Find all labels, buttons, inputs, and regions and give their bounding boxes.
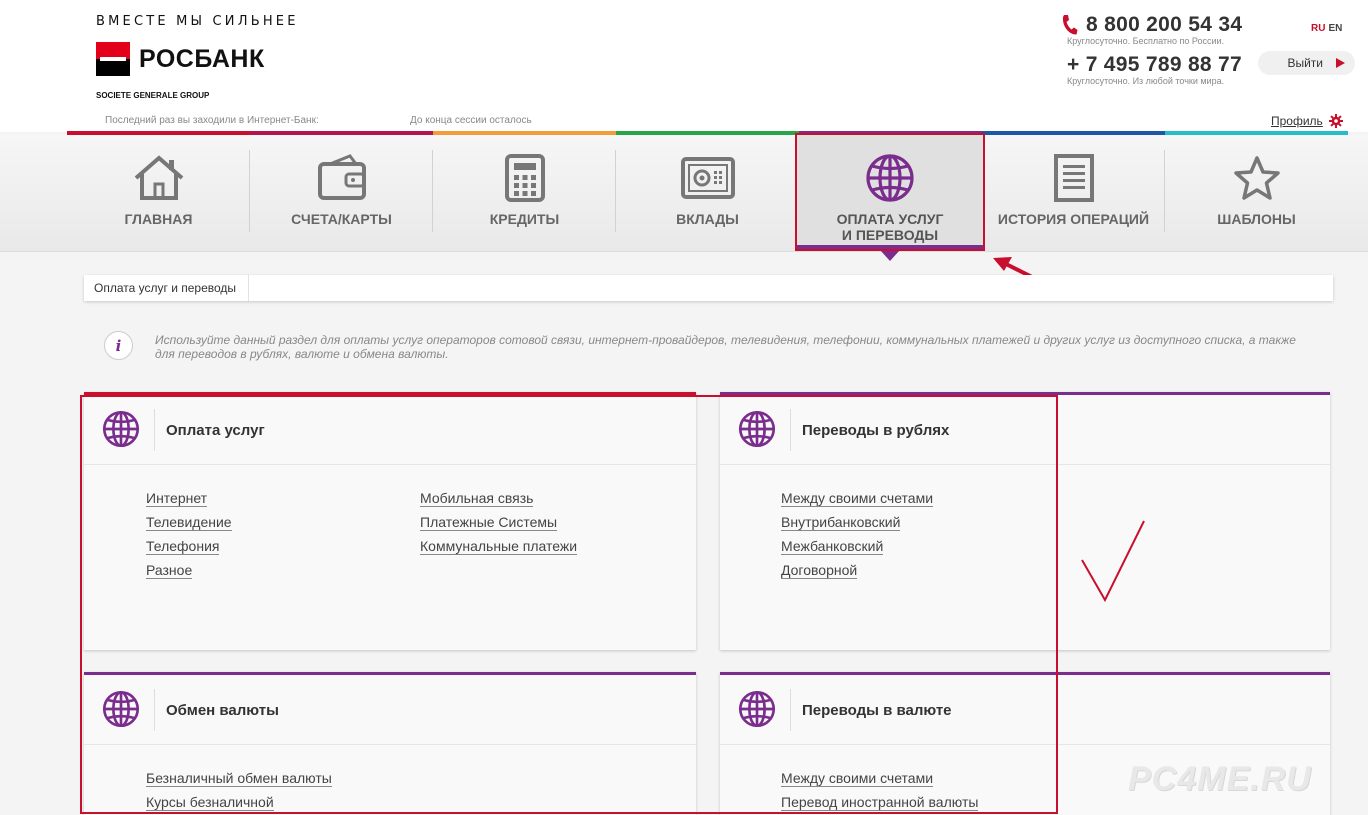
active-tab-pointer-icon bbox=[880, 250, 900, 261]
phone-russia-note: Круглосуточно. Бесплатно по России. bbox=[1067, 36, 1225, 46]
nav-item-home[interactable]: ГЛАВНАЯ bbox=[67, 135, 250, 252]
logo-mark-icon bbox=[96, 42, 130, 76]
nav-label: СЧЕТА/КАРТЫ bbox=[291, 211, 392, 227]
slogan: ВМЕСТЕ МЫ СИЛЬНЕЕ bbox=[96, 14, 299, 29]
info-icon: i bbox=[104, 331, 133, 360]
nav-item-history[interactable]: ИСТОРИЯ ОПЕРАЦИЙ bbox=[983, 135, 1164, 252]
phone-world-note: Круглосуточно. Из любой точки мира. bbox=[1067, 76, 1225, 86]
annotation-box-cards bbox=[80, 395, 1058, 814]
nav-item-templates[interactable]: ШАБЛОНЫ bbox=[1165, 135, 1348, 252]
checkmark-icon bbox=[1081, 520, 1145, 603]
annotation-box-nav bbox=[795, 133, 985, 251]
phone-russia-number[interactable]: 8 800 200 54 34 bbox=[1086, 13, 1242, 37]
nav-label: ИСТОРИЯ ОПЕРАЦИЙ bbox=[997, 211, 1150, 227]
lang-ru-link[interactable]: RU bbox=[1311, 23, 1325, 34]
document-icon bbox=[1053, 154, 1094, 202]
profile-link[interactable]: Профиль bbox=[1271, 114, 1343, 128]
gear-icon bbox=[1328, 114, 1343, 128]
logout-label: Выйти bbox=[1287, 56, 1323, 70]
nav-label: ВКЛАДЫ bbox=[676, 211, 739, 227]
home-icon bbox=[134, 155, 183, 200]
watermark: PC4ME.RU bbox=[1128, 760, 1312, 798]
header: ВМЕСТЕ МЫ СИЛЬНЕЕ РОСБАНК SOCIETE GENERA… bbox=[0, 0, 1368, 132]
session-timer-text: До конца сессии осталось bbox=[410, 115, 532, 126]
group-caption: SOCIETE GENERALE GROUP bbox=[96, 91, 210, 100]
main-nav: ГЛАВНАЯ СЧЕТА/КАРТЫ КРЕДИТЫ ВКЛАДЫ ОПЛАТ… bbox=[0, 135, 1368, 252]
breadcrumb-item[interactable]: Оплата услуг и переводы bbox=[84, 275, 250, 301]
phone-icon bbox=[1062, 15, 1078, 35]
safe-icon bbox=[680, 157, 735, 199]
profile-label: Профиль bbox=[1271, 114, 1323, 128]
last-visit-text: Последний раз вы заходили в Интернет-Бан… bbox=[105, 115, 319, 126]
lang-en-link[interactable]: EN bbox=[1328, 23, 1342, 34]
nav-item-credits[interactable]: КРЕДИТЫ bbox=[433, 135, 616, 252]
phone-world-number[interactable]: + 7 495 789 88 77 bbox=[1067, 53, 1242, 77]
info-text: Используйте данный раздел для оплаты усл… bbox=[155, 333, 1296, 361]
bank-logo[interactable]: РОСБАНК bbox=[96, 42, 265, 76]
logout-button[interactable]: Выйти bbox=[1258, 51, 1355, 75]
nav-label: ГЛАВНАЯ bbox=[124, 211, 193, 227]
language-switch: RU EN bbox=[1311, 23, 1342, 34]
nav-item-deposits[interactable]: ВКЛАДЫ bbox=[616, 135, 799, 252]
breadcrumb: Оплата услуг и переводы bbox=[84, 275, 1333, 301]
arrow-right-icon bbox=[1336, 58, 1345, 68]
wallet-icon bbox=[317, 154, 366, 200]
phone-russia: 8 800 200 54 34 bbox=[1060, 13, 1242, 37]
nav-label: КРЕДИТЫ bbox=[489, 211, 560, 227]
nav-label: ШАБЛОНЫ bbox=[1217, 211, 1296, 227]
logo-text: РОСБАНК bbox=[139, 44, 265, 73]
calculator-icon bbox=[504, 154, 545, 202]
star-icon bbox=[1233, 156, 1280, 200]
nav-item-accounts-cards[interactable]: СЧЕТА/КАРТЫ bbox=[250, 135, 433, 252]
